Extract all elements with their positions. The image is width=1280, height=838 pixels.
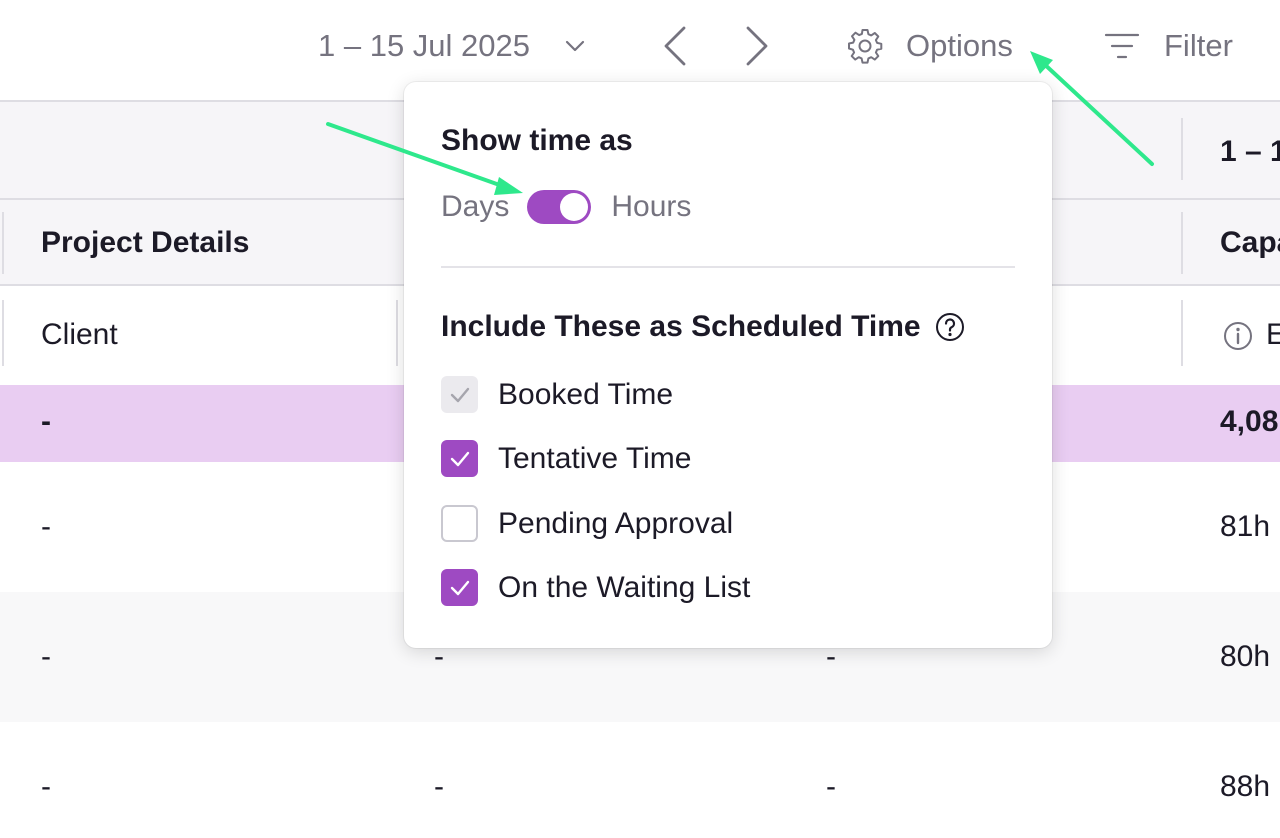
gear-icon bbox=[848, 29, 883, 64]
toggle-hours-label[interactable]: Hours bbox=[611, 190, 691, 224]
info-icon[interactable] bbox=[1222, 320, 1254, 352]
checkbox-checked bbox=[441, 440, 478, 477]
client-column-header[interactable]: Client bbox=[41, 318, 118, 352]
capacity-cell: 81h bbox=[1220, 510, 1271, 543]
toggle-days-label[interactable]: Days bbox=[441, 190, 509, 224]
capacity-cell: 88h bbox=[1220, 770, 1271, 803]
capacity-header: Capa bbox=[1220, 226, 1280, 259]
days-hours-toggle[interactable] bbox=[527, 190, 592, 224]
column-2-cell: - bbox=[434, 770, 444, 803]
checkbox-pending-approval[interactable]: Pending Approval bbox=[441, 505, 733, 542]
column-divider bbox=[1181, 118, 1183, 180]
options-popover: Show time as Days Hours Include These as… bbox=[404, 82, 1052, 648]
filter-icon bbox=[1104, 33, 1140, 59]
checkbox-label: Pending Approval bbox=[498, 506, 734, 540]
project-details-header: Project Details bbox=[41, 226, 250, 259]
checkbox-unchecked bbox=[441, 505, 478, 542]
column-divider bbox=[1181, 212, 1183, 274]
filter-button[interactable]: Filter bbox=[1104, 24, 1233, 68]
checkbox-checked bbox=[441, 569, 478, 606]
table-row[interactable]: - - - 88h bbox=[0, 722, 1280, 838]
next-period-button[interactable] bbox=[742, 24, 772, 68]
popover-divider bbox=[441, 266, 1015, 268]
client-cell: - bbox=[41, 770, 51, 803]
time-unit-toggle-row: Days Hours bbox=[441, 190, 691, 224]
checkbox-booked-time[interactable]: Booked Time bbox=[441, 376, 673, 413]
checkbox-waiting-list[interactable]: On the Waiting List bbox=[441, 569, 750, 606]
filter-label: Filter bbox=[1164, 28, 1233, 63]
options-label: Options bbox=[906, 28, 1013, 63]
checkbox-label: Booked Time bbox=[498, 377, 674, 411]
help-icon[interactable] bbox=[935, 312, 965, 342]
check-icon bbox=[450, 580, 469, 595]
previous-period-button[interactable] bbox=[660, 24, 690, 68]
check-icon bbox=[450, 387, 469, 402]
column-3-cell: - bbox=[826, 770, 836, 803]
capacity-cell: 4,08 bbox=[1220, 405, 1279, 438]
capacity-subheader: E bbox=[1266, 318, 1280, 351]
column-divider bbox=[396, 300, 398, 366]
client-cell: - bbox=[41, 405, 51, 438]
checkbox-disabled bbox=[441, 376, 478, 413]
scheduled-time-heading: Include These as Scheduled Time bbox=[441, 310, 965, 344]
column-divider bbox=[2, 300, 4, 366]
period-column-header: 1 – 1 bbox=[1220, 135, 1280, 168]
check-icon bbox=[450, 451, 469, 466]
app-stage: 1 – 15 Jul 2025 Options Filter 1 – 1 Pro… bbox=[0, 0, 1280, 838]
chevron-down-icon[interactable] bbox=[563, 34, 587, 58]
date-range-selector[interactable]: 1 – 15 Jul 2025 bbox=[318, 26, 530, 66]
scheduled-time-title: Include These as Scheduled Time bbox=[441, 310, 921, 343]
checkbox-label: Tentative Time bbox=[498, 441, 692, 475]
column-divider bbox=[1181, 300, 1183, 366]
column-divider bbox=[2, 212, 4, 274]
toggle-knob bbox=[560, 193, 589, 221]
options-button[interactable]: Options bbox=[846, 24, 1013, 68]
capacity-cell: 80h bbox=[1220, 640, 1271, 673]
client-cell: - bbox=[41, 510, 51, 543]
client-cell: - bbox=[41, 640, 51, 673]
checkbox-tentative-time[interactable]: Tentative Time bbox=[441, 440, 691, 477]
show-time-title: Show time as bbox=[441, 124, 633, 157]
checkbox-label: On the Waiting List bbox=[498, 570, 751, 604]
